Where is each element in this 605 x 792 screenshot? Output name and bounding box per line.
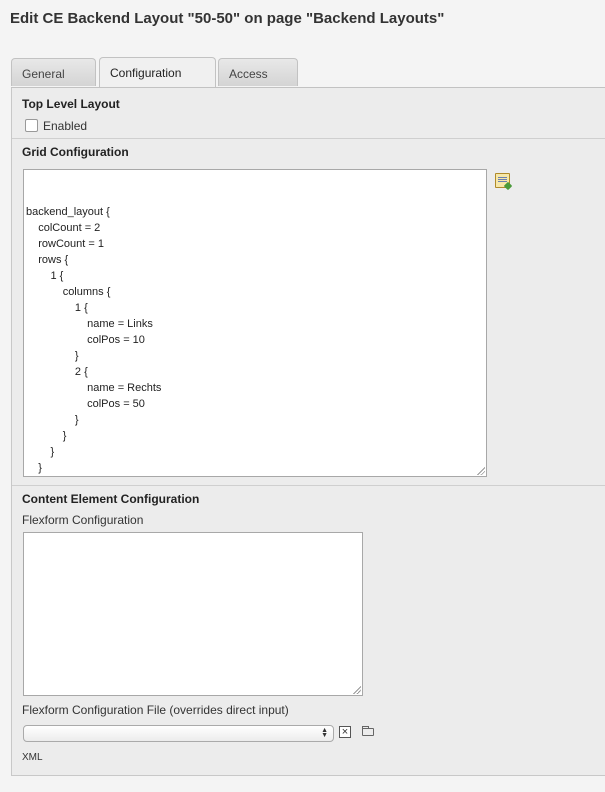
enabled-checkbox[interactable]	[25, 119, 38, 132]
code-line: name = Rechts	[26, 382, 162, 394]
tab-configuration[interactable]: Configuration	[99, 57, 216, 87]
panel-bottom-border	[12, 775, 605, 776]
section-divider	[12, 485, 605, 486]
code-line: }	[26, 462, 42, 474]
code-line: }	[26, 476, 486, 477]
code-line: rowCount = 1	[26, 238, 104, 250]
flexform-file-label: Flexform Configuration File (overrides d…	[22, 703, 289, 717]
flexform-configuration-textarea[interactable]	[23, 532, 363, 696]
code-line: 1 {	[26, 270, 64, 282]
enabled-label: Enabled	[43, 119, 88, 133]
code-line: }	[26, 414, 79, 426]
tab-access[interactable]: Access	[218, 58, 298, 86]
section-divider	[12, 138, 605, 139]
folder-icon[interactable]	[362, 726, 374, 736]
code-line: columns {	[26, 286, 111, 298]
page-title: Edit CE Backend Layout "50-50" on page "…	[10, 10, 445, 27]
code-line: 2 {	[26, 366, 88, 378]
close-icon[interactable]: ×	[339, 726, 351, 738]
code-line: rows {	[26, 254, 69, 266]
code-line: colPos = 10	[26, 334, 145, 346]
code-line: colPos = 50	[26, 398, 145, 410]
top-level-layout-title: Top Level Layout	[22, 97, 120, 111]
grid-configuration-title: Grid Configuration	[22, 145, 129, 159]
code-line: }	[26, 446, 55, 458]
flexform-file-select[interactable]: ▲ ▼	[23, 725, 334, 742]
code-line: colCount = 2	[26, 222, 101, 234]
code-line: name = Links	[26, 318, 153, 330]
grid-configuration-textarea[interactable]: backend_layout { colCount = 2 rowCount =…	[23, 169, 487, 477]
code-line: 1 {	[26, 302, 88, 314]
resize-handle[interactable]	[476, 466, 485, 475]
code-line: }	[26, 430, 67, 442]
code-line: backend_layout {	[26, 206, 110, 218]
flexform-configuration-label: Flexform Configuration	[22, 513, 144, 527]
wizard-icon[interactable]	[495, 173, 510, 188]
code-line: }	[26, 350, 79, 362]
resize-handle[interactable]	[352, 685, 361, 694]
tab-general[interactable]: General	[11, 58, 96, 86]
content-element-configuration-title: Content Element Configuration	[22, 492, 200, 506]
select-arrows-icon: ▲ ▼	[321, 727, 328, 739]
tab-bar: General Configuration Access	[11, 57, 605, 87]
configuration-panel: Top Level Layout Enabled Grid Configurat…	[11, 88, 605, 776]
file-type-note: XML	[22, 752, 43, 763]
